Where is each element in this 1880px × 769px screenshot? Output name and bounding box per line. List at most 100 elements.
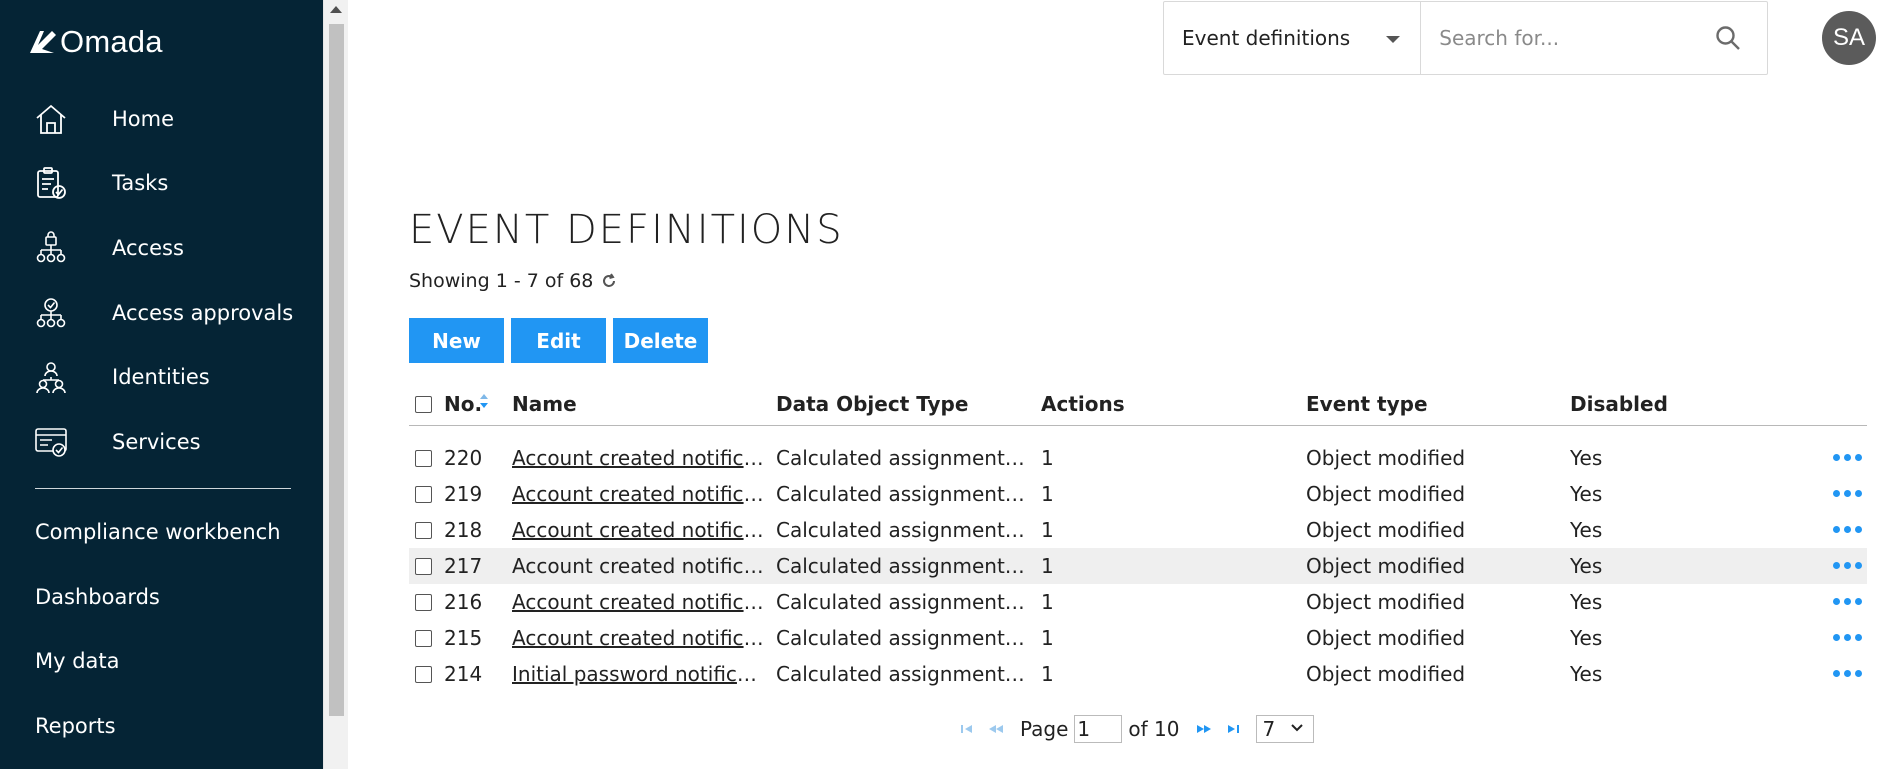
cell-data-object-type: Calculated assignments f...: [776, 554, 1029, 578]
sidebar-link-my-data[interactable]: My data: [35, 649, 120, 673]
cell-disabled: Yes: [1570, 590, 1603, 614]
sidebar-link-dashboards[interactable]: Dashboards: [35, 585, 160, 609]
scroll-thumb[interactable]: [329, 24, 344, 716]
sidebar-link-reports[interactable]: Reports: [35, 714, 116, 738]
caret-down-icon: [1386, 36, 1401, 43]
first-page-icon[interactable]: [960, 724, 974, 734]
cell-event-type: Object modified: [1306, 554, 1466, 578]
cell-name-link[interactable]: Account created notificat...: [512, 482, 765, 506]
results-count-text: Showing 1 - 7 of 68: [409, 270, 594, 292]
sidebar-link-compliance-workbench[interactable]: Compliance workbench: [35, 520, 281, 544]
column-header-actions[interactable]: Actions: [1041, 392, 1125, 416]
more-options-icon[interactable]: [1833, 670, 1862, 677]
services-icon: [32, 423, 70, 461]
delete-button[interactable]: Delete: [613, 318, 708, 363]
row-checkbox[interactable]: [415, 666, 432, 683]
more-options-icon[interactable]: [1833, 634, 1862, 641]
cell-no: 220: [444, 446, 483, 470]
cell-no: 214: [444, 662, 483, 686]
column-header-name[interactable]: Name: [512, 392, 577, 416]
cell-data-object-type: Calculated assignments f...: [776, 446, 1029, 470]
search-button[interactable]: [1688, 2, 1767, 74]
search-scope-dropdown[interactable]: Event definitions: [1164, 2, 1422, 74]
column-header-data-object-type[interactable]: Data Object Type: [776, 392, 968, 416]
event-definitions-table: No. Name Data Object Type Actions Event …: [409, 384, 1867, 692]
table-row[interactable]: 216 Account created notificat... Calcula…: [409, 584, 1867, 620]
cell-actions: 1: [1041, 662, 1054, 686]
sidebar-item-identities[interactable]: Identities: [32, 352, 312, 402]
cell-data-object-type: Calculated assignments f...: [776, 482, 1029, 506]
cell-actions: 1: [1041, 590, 1054, 614]
cell-actions: 1: [1041, 518, 1054, 542]
sidebar-item-label: Home: [112, 107, 175, 131]
cell-disabled: Yes: [1570, 482, 1603, 506]
sidebar-item-services[interactable]: Services: [32, 417, 312, 467]
table-row-hovered[interactable]: 217 Account created notificat... Calcula…: [409, 548, 1867, 584]
column-header-no[interactable]: No.: [444, 392, 482, 416]
sort-icon[interactable]: [479, 393, 489, 409]
table-row[interactable]: 218 Account created notificat... Calcula…: [409, 512, 1867, 548]
sidebar-divider: [35, 488, 291, 489]
cell-name-link[interactable]: Initial password notificati...: [512, 662, 765, 686]
sidebar-item-label: Access approvals: [112, 301, 294, 325]
global-search: Event definitions: [1163, 1, 1768, 75]
row-checkbox[interactable]: [415, 558, 432, 575]
table-row[interactable]: 214 Initial password notificati... Calcu…: [409, 656, 1867, 692]
table-row[interactable]: 220 Account created notificat... Calcula…: [409, 440, 1867, 476]
row-checkbox[interactable]: [415, 450, 432, 467]
cell-event-type: Object modified: [1306, 626, 1466, 650]
cell-no: 216: [444, 590, 483, 614]
refresh-icon[interactable]: [601, 273, 617, 289]
edit-button[interactable]: Edit: [511, 318, 606, 363]
cell-name-link[interactable]: Account created notificat...: [512, 518, 765, 542]
last-page-icon[interactable]: [1226, 724, 1240, 734]
row-checkbox[interactable]: [415, 486, 432, 503]
cell-actions: 1: [1041, 446, 1054, 470]
cell-actions: 1: [1041, 482, 1054, 506]
cell-disabled: Yes: [1570, 554, 1603, 578]
sidebar-item-access-approvals[interactable]: Access approvals: [32, 288, 312, 338]
cell-name-link[interactable]: Account created notificat...: [512, 626, 765, 650]
table-header: No. Name Data Object Type Actions Event …: [409, 384, 1867, 426]
page-size-select[interactable]: 7: [1255, 715, 1314, 743]
more-options-icon[interactable]: [1833, 598, 1862, 605]
cell-data-object-type: Calculated assignments f...: [776, 590, 1029, 614]
sidebar-item-tasks[interactable]: Tasks: [32, 158, 312, 208]
cell-name-link[interactable]: Account created notificat...: [512, 554, 765, 578]
column-header-disabled[interactable]: Disabled: [1570, 392, 1668, 416]
cell-event-type: Object modified: [1306, 482, 1466, 506]
table-row[interactable]: 219 Account created notificat... Calcula…: [409, 476, 1867, 512]
table-row[interactable]: 215 Account created notificat... Calcula…: [409, 620, 1867, 656]
previous-page-icon[interactable]: [988, 724, 1004, 734]
search-input[interactable]: [1421, 2, 1689, 74]
more-options-icon[interactable]: [1833, 562, 1862, 569]
row-checkbox[interactable]: [415, 630, 432, 647]
cell-name-link[interactable]: Account created notificat...: [512, 590, 765, 614]
cell-disabled: Yes: [1570, 446, 1603, 470]
page-number-input[interactable]: [1074, 715, 1123, 743]
omada-logo[interactable]: Omada: [28, 24, 163, 60]
results-count: Showing 1 - 7 of 68: [409, 270, 617, 292]
sidebar-item-home[interactable]: Home: [32, 94, 312, 144]
more-options-icon[interactable]: [1833, 526, 1862, 533]
omada-logo-icon: [30, 31, 56, 53]
row-checkbox[interactable]: [415, 594, 432, 611]
sidebar-item-label: Tasks: [112, 171, 169, 195]
user-avatar[interactable]: SA: [1822, 11, 1876, 65]
pagination: Page of 10 7: [960, 714, 1314, 744]
cell-event-type: Object modified: [1306, 518, 1466, 542]
cell-no: 218: [444, 518, 483, 542]
row-checkbox[interactable]: [415, 522, 432, 539]
more-options-icon[interactable]: [1833, 454, 1862, 461]
sidebar-item-access[interactable]: Access: [32, 223, 312, 273]
select-all-checkbox[interactable]: [415, 396, 432, 413]
more-options-icon[interactable]: [1833, 490, 1862, 497]
next-page-icon[interactable]: [1196, 724, 1212, 734]
cell-no: 215: [444, 626, 483, 650]
cell-name-link[interactable]: Account created notificat...: [512, 446, 765, 470]
sidebar-scrollbar[interactable]: [323, 0, 348, 769]
scroll-up-arrow-icon[interactable]: [330, 6, 342, 13]
column-header-event-type[interactable]: Event type: [1306, 392, 1428, 416]
cell-actions: 1: [1041, 554, 1054, 578]
new-button[interactable]: New: [409, 318, 504, 363]
